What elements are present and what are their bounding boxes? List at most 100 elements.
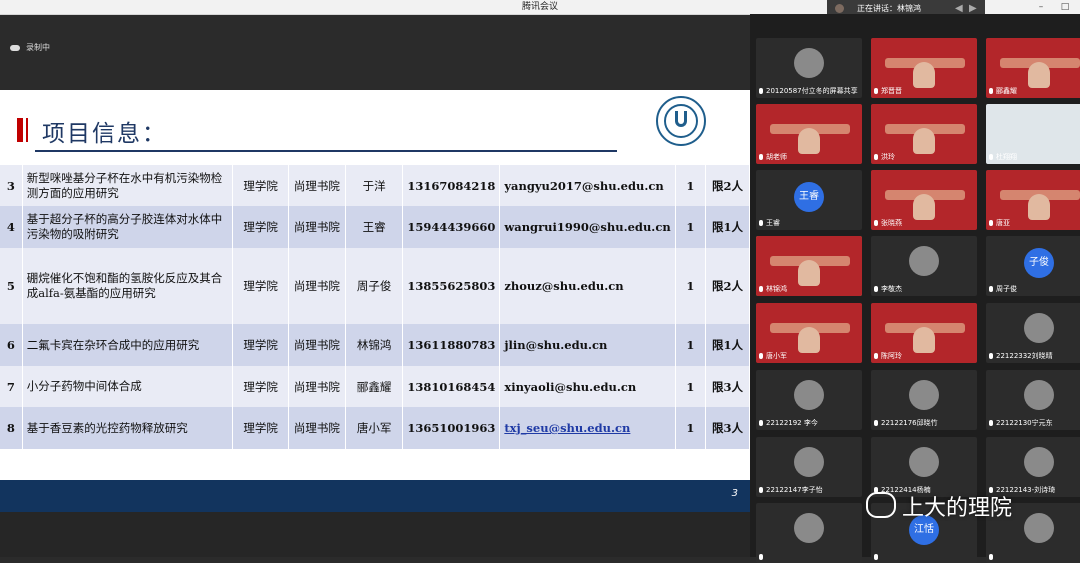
mic-icon [989,154,993,160]
participant-tile[interactable]: 林锦鸿 [756,236,862,296]
participant-name-text: 郦鑫耀 [996,87,1017,95]
participant-tile[interactable]: 唐亚 [986,170,1080,230]
mic-icon [874,286,878,292]
count: 1 [675,165,707,206]
participant-tile[interactable]: 洪玲 [871,104,977,164]
email: yangyu2017@shu.edu.cn [499,165,676,206]
project-name: 二氟卡宾在杂环合成中的应用研究 [22,324,234,366]
project-name: 小分子药物中间体合成 [22,366,234,407]
row-number: 5 [0,248,23,324]
slide-title: 项目信息： [42,121,167,147]
academy: 尚理书院 [288,206,347,248]
table-row: 6 二氟卡宾在杂环合成中的应用研究 理学院 尚理书院 林锦鸿 136118807… [0,324,750,366]
table-row: 8 基于香豆素的光控药物释放研究 理学院 尚理书院 唐小军 1365100196… [0,407,750,449]
avatar [1024,447,1054,477]
phone: 13810168454 [402,366,501,407]
tutor: 王睿 [345,206,404,248]
bottom-area [0,512,750,557]
mic-icon [989,88,993,94]
count: 1 [675,206,707,248]
row-number: 3 [0,165,23,206]
participant-name: 杜翔翔 [989,152,1017,162]
email-link[interactable]: txj_seu@shu.edu.cn [504,421,630,435]
participant-name: 洪玲 [874,152,895,162]
participant-tile[interactable]: 子俊 周子俊 [986,236,1080,296]
participant-name [989,553,996,561]
mic-icon [874,554,878,560]
participant-name: 22122147李子怡 [759,485,823,495]
college: 理学院 [232,165,289,206]
count: 1 [675,366,707,407]
participant-name-text: 陈阿玲 [881,352,902,360]
participant-name: 林锦鸿 [759,284,787,294]
avatar [794,513,824,543]
participant-name: 郑晋晋 [874,86,902,96]
participant-tile[interactable]: 郑晋晋 [871,38,977,98]
email: jlin@shu.edu.cn [499,324,676,366]
participant-name-text: 王睿 [766,219,780,227]
mic-icon [759,487,763,493]
academy: 尚理书院 [288,165,347,206]
participant-tile[interactable]: 22122332刘晓晴 [986,303,1080,363]
university-logo-icon [656,96,706,146]
participant-name: 22122192 李今 [759,418,818,428]
tutor: 唐小军 [345,407,404,449]
participant-name-text: 22122192 李今 [766,419,818,427]
participant-tile[interactable]: 22122143-刘诗琦 [986,437,1080,497]
participant-tile[interactable]: 李敬杰 [871,236,977,296]
participant-tile[interactable]: 胡老师 [756,104,862,164]
participant-name-text: 李敬杰 [881,285,902,293]
mic-icon [989,554,993,560]
participant-tile[interactable]: 唐小军 [756,303,862,363]
tutor: 林锦鸿 [345,324,404,366]
mic-icon [759,353,763,359]
participant-name: 22122332刘晓晴 [989,351,1053,361]
participant-name: 唐亚 [989,218,1010,228]
maximize-icon[interactable]: □ [1054,0,1076,14]
project-name: 硼烷催化不饱和酯的氢胺化反应及其合成alfa-氨基酯的应用研究 [22,248,234,324]
text-avatar: 王睿 [794,182,824,212]
row-number: 8 [0,407,23,449]
participant-tile[interactable]: 22122414杨楠 [871,437,977,497]
title-underline [35,150,617,152]
participant-tile[interactable]: 王睿 王睿 [756,170,862,230]
participant-tile[interactable]: 22122176邱晓竹 [871,370,977,430]
participant-tile[interactable]: 22122192 李今 [756,370,862,430]
slide-footer: 3 [0,480,750,512]
participant-name-text: 郑晋晋 [881,87,902,95]
recording-indicator[interactable]: 录制中 [10,42,50,53]
participant-tile[interactable]: 郦鑫耀 [986,38,1080,98]
participant-tile[interactable]: 22122130宁元东 [986,370,1080,430]
mic-icon [874,220,878,226]
row-number: 4 [0,206,23,248]
limit: 限2人 [705,248,750,324]
avatar [794,48,824,78]
title-accent-bar-thin [26,118,28,142]
participant-tile[interactable]: 22122147李子怡 [756,437,862,497]
mic-icon [989,286,993,292]
participant-name-text: 胡老师 [766,153,787,161]
watermark: 上大的理院 [866,490,1012,522]
participant-name-text: 林锦鸿 [766,285,787,293]
mic-icon [989,353,993,359]
phone: 13651001963 [402,407,501,449]
participant-video [913,327,935,353]
minimize-icon[interactable]: – [1030,0,1052,14]
participant-name: 22122176邱晓竹 [874,418,938,428]
cloud-icon [10,44,20,51]
participant-name: 陈阿玲 [874,351,902,361]
participant-video [913,194,935,220]
participant-name-text: 杜翔翔 [996,153,1017,161]
participant-tile[interactable]: 杜翔翔 [986,104,1080,164]
participant-name-text: 22122130宁元东 [996,419,1053,427]
participant-tile[interactable]: 陈阿玲 [871,303,977,363]
participant-tile[interactable]: 张晓燕 [871,170,977,230]
avatar [1024,313,1054,343]
college: 理学院 [232,324,289,366]
participant-tile[interactable]: 20120587付立冬的屏幕共享 [756,38,862,98]
email: xinyaoli@shu.edu.cn [499,366,676,407]
participant-name-text: 唐亚 [996,219,1010,227]
participant-name [759,553,766,561]
table-row: 4 基于超分子杯的高分子胶连体对水体中污染物的吸附研究 理学院 尚理书院 王睿 … [0,206,750,248]
participant-tile[interactable] [756,503,862,563]
